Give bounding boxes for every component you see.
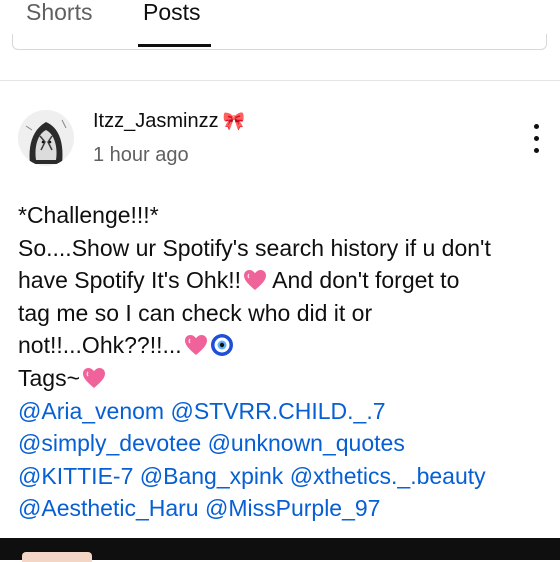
card-edge	[12, 34, 547, 50]
bow-icon: 🎀	[222, 111, 246, 131]
heart-icon	[184, 335, 207, 356]
post-line: *Challenge!!!*	[18, 202, 159, 228]
mentions-line: @simply_devotee @unknown_quotes	[18, 427, 553, 460]
mentions-line: @Aria_venom @STVRR.CHILD._.7	[18, 395, 553, 428]
mention-link[interactable]: @Aria_venom	[18, 398, 164, 424]
mentions-line: @KITTIE-7 @Bang_xpink @xthetics._.beauty	[18, 460, 553, 493]
mention-link[interactable]: @simply_devotee	[18, 430, 201, 456]
post-line: not!!...Ohk??!!...	[18, 329, 553, 362]
avatar[interactable]	[18, 110, 74, 166]
post-text: *Challenge!!!* So....Show ur Spotify's s…	[18, 199, 553, 525]
post-timestamp[interactable]: 1 hour ago	[93, 142, 189, 168]
mention-link[interactable]: @xthetics._.beauty	[290, 463, 486, 489]
mention-link[interactable]: @Aesthetic_Haru	[18, 495, 199, 521]
avatar-image	[18, 110, 74, 166]
heart-icon	[244, 270, 266, 291]
thumbnail[interactable]	[22, 552, 92, 562]
tab-posts[interactable]: Posts	[143, 0, 201, 28]
divider	[0, 80, 560, 81]
mention-link[interactable]: @STVRR.CHILD._.7	[170, 398, 385, 424]
post-line: tag me so I can check who did it or	[18, 299, 373, 326]
mention-link[interactable]: @unknown_quotes	[208, 430, 405, 456]
nazar-amulet-icon	[210, 334, 233, 357]
post-line: have Spotify It's Ohk!! And don't forget…	[18, 267, 460, 294]
more-vertical-icon[interactable]	[524, 122, 548, 156]
mentions-line: @Aesthetic_Haru @MissPurple_97	[18, 492, 553, 525]
mention-link[interactable]: @KITTIE-7	[18, 463, 133, 489]
mention-link[interactable]: @MissPurple_97	[205, 495, 380, 521]
mention-link[interactable]: @Bang_xpink	[140, 463, 284, 489]
author-name[interactable]: Itzz_Jasminzz 🎀	[93, 108, 245, 134]
heart-icon	[83, 367, 106, 388]
post-line: Tags~	[18, 362, 553, 395]
tab-shorts[interactable]: Shorts	[26, 0, 92, 28]
post-line: So....Show ur Spotify's search history i…	[18, 234, 491, 261]
